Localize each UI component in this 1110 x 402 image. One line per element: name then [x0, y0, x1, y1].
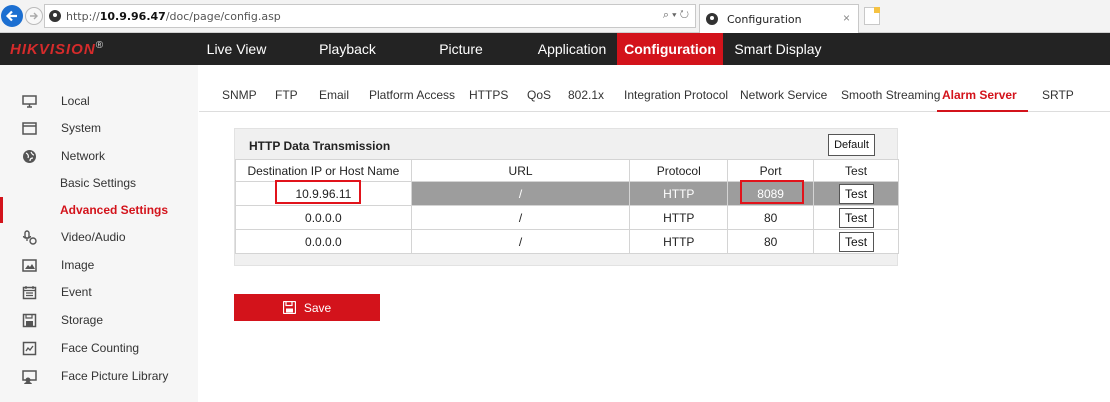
mic-camera-icon	[22, 229, 37, 245]
test-cell: Test	[813, 229, 899, 254]
active-tab-underline	[937, 110, 1028, 112]
sidebar-item-system[interactable]: System	[0, 115, 198, 141]
nav-picture[interactable]: Picture	[416, 33, 506, 65]
protocol-cell[interactable]: HTTP	[629, 205, 729, 230]
calendar-icon	[22, 285, 37, 299]
url-cell[interactable]: /	[410, 205, 631, 230]
test-cell: Test	[813, 181, 899, 206]
tab-alarm-server[interactable]: Alarm Server	[942, 88, 1017, 102]
tab-ftp[interactable]: FTP	[275, 88, 298, 102]
port-highlight-box	[740, 180, 804, 204]
top-navigation: HIKVISION® Live View Playback Picture Ap…	[0, 33, 1110, 65]
sidebar-item-face-picture-library[interactable]: Face Picture Library	[0, 363, 198, 389]
browser-tab[interactable]: Configuration ×	[699, 4, 859, 33]
face-counting-icon	[22, 341, 37, 355]
column-header: Protocol	[629, 159, 729, 182]
table-row[interactable]: 0.0.0.0 / HTTP 80 Test	[235, 205, 899, 230]
url-cell[interactable]: /	[410, 229, 631, 254]
protocol-cell[interactable]: HTTP	[629, 181, 729, 206]
sidebar-item-basic-settings[interactable]: Basic Settings	[0, 170, 198, 196]
sidebar-item-video-audio[interactable]: Video/Audio	[0, 224, 198, 250]
face-library-icon	[22, 369, 37, 384]
new-tab-icon[interactable]	[864, 7, 880, 25]
sidebar-item-image[interactable]: Image	[0, 252, 198, 278]
sidebar-item-advanced-settings[interactable]: Advanced Settings	[0, 197, 198, 223]
search-refresh-icon[interactable]: ⌕ ▾ ↻	[663, 9, 689, 22]
column-header: Port	[727, 159, 815, 182]
tab-email[interactable]: Email	[319, 88, 349, 102]
panel-title: HTTP Data Transmission	[249, 139, 391, 153]
sidebar-item-face-counting[interactable]: Face Counting	[0, 335, 198, 361]
tab-platform-access[interactable]: Platform Access	[369, 88, 455, 102]
back-arrow-icon[interactable]	[1, 5, 23, 27]
sidebar-item-event[interactable]: Event	[0, 279, 198, 305]
nav-configuration[interactable]: Configuration	[617, 33, 723, 65]
test-button[interactable]: Test	[838, 207, 874, 228]
tab-qos[interactable]: QoS	[527, 88, 551, 102]
image-icon	[22, 258, 37, 272]
url-cell[interactable]: /	[410, 181, 631, 206]
test-button[interactable]: Test	[838, 231, 874, 252]
tab-title: Configuration	[727, 12, 802, 26]
floppy-disk-icon	[282, 301, 296, 314]
test-cell: Test	[813, 205, 899, 230]
tab-srtp[interactable]: SRTP	[1042, 88, 1074, 102]
save-label: Save	[303, 300, 332, 315]
url-text: http://10.9.96.47/doc/page/config.asp	[66, 9, 281, 23]
storage-icon	[22, 313, 37, 327]
nav-live-view[interactable]: Live View	[199, 33, 274, 65]
browser-toolbar: http://10.9.96.47/doc/page/config.asp ⌕ …	[0, 0, 1110, 33]
nav-playback[interactable]: Playback	[300, 33, 395, 65]
sidebar-item-local[interactable]: Local	[0, 88, 198, 114]
table-row[interactable]: 0.0.0.0 / HTTP 80 Test	[235, 229, 899, 254]
sidebar: Local System Network Basic Settings Adva…	[0, 65, 198, 402]
column-header: URL	[410, 159, 631, 182]
protocol-cell[interactable]: HTTP	[629, 229, 729, 254]
column-header: Test	[813, 159, 899, 182]
nav-application[interactable]: Application	[522, 33, 622, 65]
forward-arrow-icon[interactable]	[25, 7, 43, 25]
alarm-server-table: Destination IP or Host Name URL Protocol…	[235, 159, 899, 254]
column-header: Destination IP or Host Name	[235, 159, 412, 182]
table-header-row: Destination IP or Host Name URL Protocol…	[235, 159, 899, 182]
default-button[interactable]: Default	[828, 134, 875, 156]
tab-smooth-streaming[interactable]: Smooth Streaming	[841, 88, 940, 102]
sidebar-item-storage[interactable]: Storage	[0, 307, 198, 333]
address-bar[interactable]: http://10.9.96.47/doc/page/config.asp ⌕ …	[44, 4, 696, 28]
page-favicon-icon	[49, 10, 61, 22]
test-button[interactable]: Test	[838, 183, 874, 204]
tab-network-service[interactable]: Network Service	[740, 88, 827, 102]
network-subtabs: SNMP FTP Email Platform Access HTTPS QoS…	[199, 82, 1110, 112]
system-window-icon	[22, 121, 37, 135]
port-cell[interactable]: 80	[727, 229, 815, 254]
globe-icon	[23, 149, 36, 163]
host-cell[interactable]: 0.0.0.0	[235, 229, 412, 254]
save-button[interactable]: Save	[234, 294, 380, 321]
tab-integration-protocol[interactable]: Integration Protocol	[624, 88, 728, 102]
monitor-icon	[22, 94, 37, 108]
tab-snmp[interactable]: SNMP	[222, 88, 257, 102]
tab-8021x[interactable]: 802.1x	[568, 88, 604, 102]
host-cell[interactable]: 0.0.0.0	[235, 205, 412, 230]
nav-smart-display[interactable]: Smart Display	[728, 33, 828, 65]
host-highlight-box	[275, 180, 361, 204]
tab-close-icon[interactable]: ×	[843, 11, 850, 25]
sidebar-item-network[interactable]: Network	[0, 143, 198, 169]
hikvision-logo: HIKVISION®	[10, 40, 105, 58]
tab-https[interactable]: HTTPS	[469, 88, 508, 102]
tab-favicon-icon	[706, 13, 718, 25]
port-cell[interactable]: 80	[727, 205, 815, 230]
